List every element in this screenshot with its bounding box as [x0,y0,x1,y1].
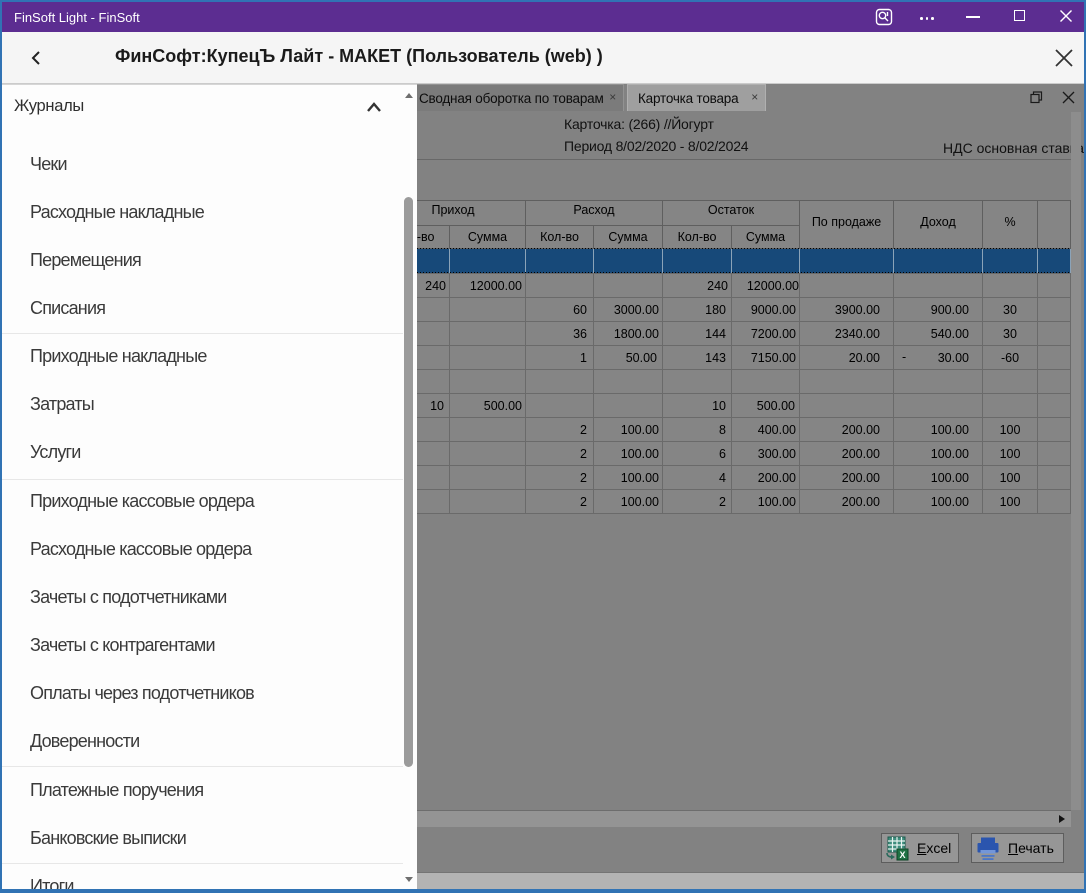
svg-text:X: X [899,850,905,860]
